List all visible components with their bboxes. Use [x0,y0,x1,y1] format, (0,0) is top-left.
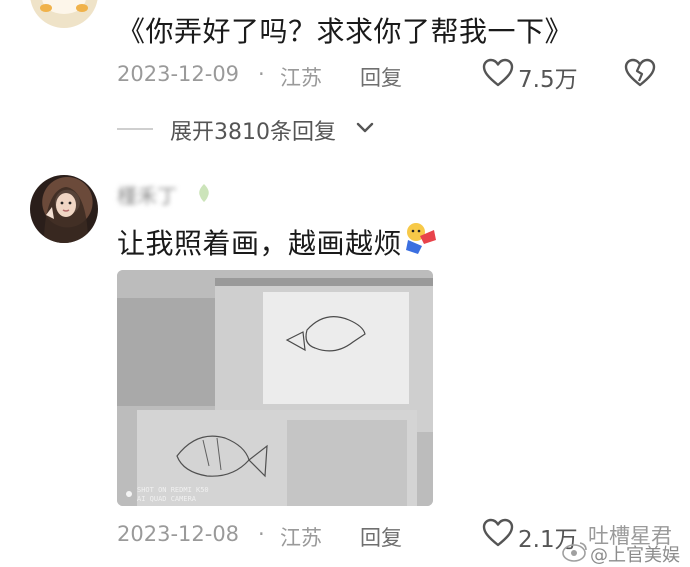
comment-2-reply-button[interactable]: 回复 [360,522,402,552]
comment-2-date: 2023-12-08 [117,522,240,546]
weibo-logo-icon [562,540,588,562]
comment-2-photo[interactable]: SHOT ON REDMI K50 AI QUAD CAMERA [117,270,433,506]
broken-heart-icon[interactable] [624,58,656,88]
avatar-commenter-1[interactable] [30,0,98,28]
expand-divider [117,128,153,130]
comment-1-text: 《你弄好了吗？求求你了帮我一下》 [117,15,574,48]
expand-replies-link[interactable]: 展开3810条回复 [170,114,336,146]
comment-2-username[interactable]: 槿禾丁 [117,180,177,209]
photo-camera-caption: SHOT ON REDMI K50 AI QUAD CAMERA [137,486,209,504]
photo-caption-line-2: AI QUAD CAMERA [137,495,197,503]
comment-2-text: 让我照着画，越画越烦 [117,227,403,260]
comment-1-date: 2023-12-09 [117,62,240,86]
comment-2-location: 江苏 [280,526,322,550]
photo-caption-line-1: SHOT ON REDMI K50 [137,486,209,494]
comment-1-reply-button[interactable]: 回复 [360,62,402,92]
heart-outline-icon[interactable] [482,518,514,548]
comment-1-like-count: 7.5万 [518,67,578,93]
heart-outline-icon[interactable] [482,58,514,88]
comment-1-location: 江苏 [280,66,322,90]
watermark-right-text: @上官美娱 [590,545,680,566]
comment-1-separator: · [258,62,265,86]
avatar-commenter-2[interactable] [30,175,98,243]
chevron-down-icon[interactable] [356,121,374,135]
comment-2-separator: · [258,522,265,546]
user-badge-icon [194,182,214,204]
emoji-sticker-icon [400,220,440,256]
